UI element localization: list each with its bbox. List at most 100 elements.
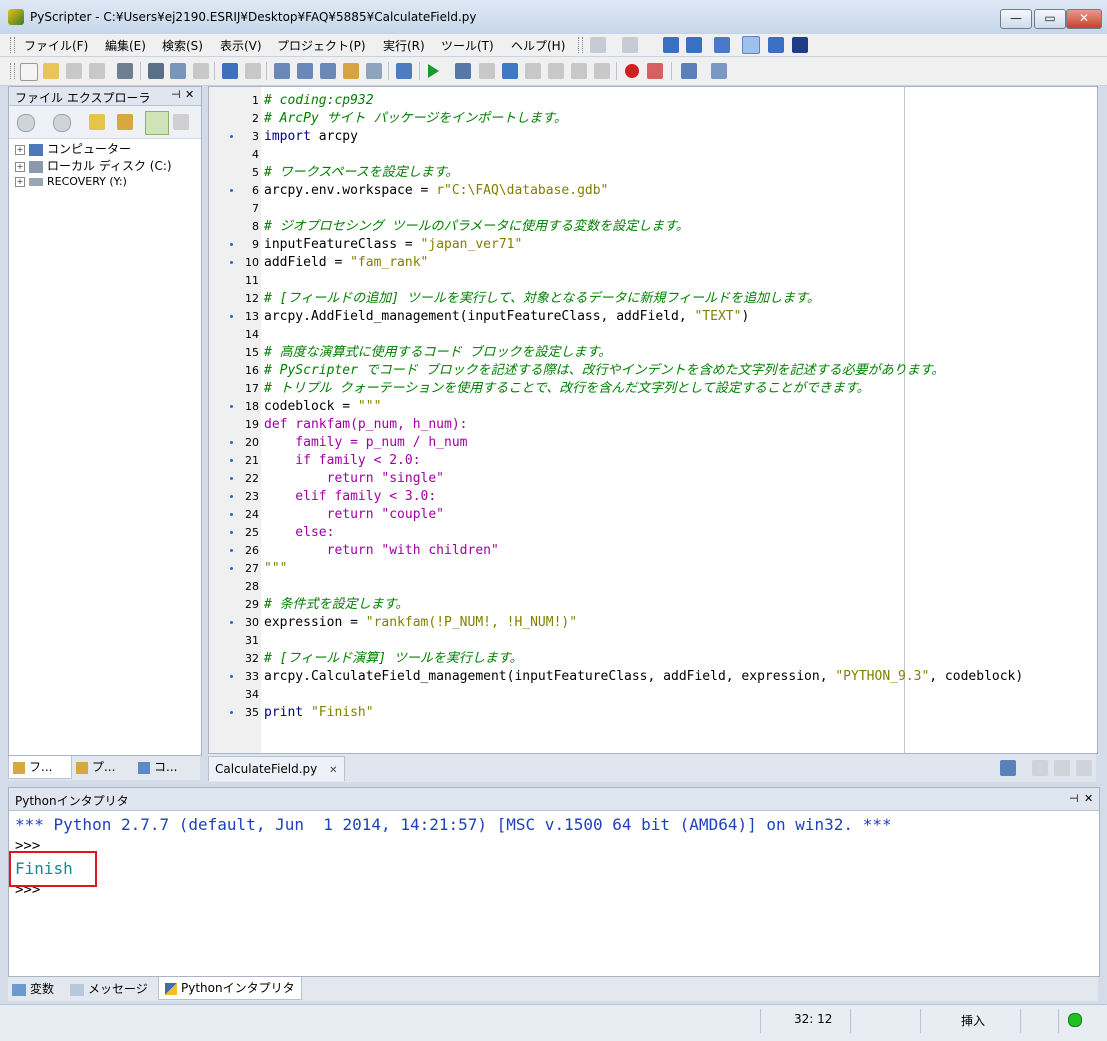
menu-search[interactable]: 検索(S) [162,37,203,54]
code-line[interactable]: 25 else: [209,524,1097,542]
executable-line-marker[interactable] [230,189,233,192]
file-list-icon[interactable] [1000,760,1016,776]
line-numbers-icon[interactable] [742,36,760,54]
stop-icon[interactable] [594,63,610,79]
back-icon[interactable] [17,114,35,132]
executable-line-marker[interactable] [230,549,233,552]
code-line[interactable]: 15 # 高度な演算式に使用するコード ブロックを設定します。 [209,344,1097,362]
find-in-files-icon[interactable] [343,63,359,79]
dedent-icon[interactable] [686,37,702,53]
code-line[interactable]: 24 return "couple" [209,506,1097,524]
print-icon[interactable] [117,63,133,79]
code-line[interactable]: 11 [209,272,1097,290]
tab-calculatefield[interactable]: CalculateField.py ✕ [208,756,345,781]
forward-icon[interactable] [53,114,71,132]
code-line[interactable]: 4 [209,146,1097,164]
goto-line-icon[interactable] [366,63,382,79]
menu-file[interactable]: ファイル(F) [24,37,88,54]
step-out-icon[interactable] [548,63,564,79]
close-tab-icon[interactable]: ✕ [329,765,337,776]
code-line[interactable]: 16 # PyScripter でコード ブロックを記述する際は、改行やインデント… [209,362,1097,380]
run-to-cursor-icon[interactable] [479,63,495,79]
clear-breakpoints-icon[interactable] [647,63,663,79]
executable-line-marker[interactable] [230,459,233,462]
maximize-button[interactable]: ▭ [1034,9,1066,29]
code-line[interactable]: 33 arcpy.CalculateField_management(inputF… [209,668,1097,686]
tab-python-interpreter[interactable]: Pythonインタプリタ [158,977,302,1000]
executable-line-marker[interactable] [230,261,233,264]
code-line[interactable]: 8 # ジオプロセシング ツールのパラメータに使用する変数を設定します。 [209,218,1097,236]
code-line[interactable]: 2 # ArcPy サイト パッケージをインポートします。 [209,110,1097,128]
menu-view[interactable]: 表示(V) [220,37,262,54]
comment-toggle-icon[interactable] [714,37,730,53]
new-file-icon[interactable] [20,63,38,81]
code-line[interactable]: 31 [209,632,1097,650]
new-folder-icon[interactable] [173,114,189,130]
close-button[interactable]: ✕ [1066,9,1102,29]
view-layout-icon[interactable] [711,63,727,79]
run-icon[interactable] [428,64,439,78]
executable-line-marker[interactable] [230,405,233,408]
up-folder-icon[interactable] [89,114,105,130]
forward-arrow-icon[interactable] [622,37,638,53]
code-line[interactable]: 3 import arcpy [209,128,1097,146]
syntax-check-icon[interactable] [396,63,412,79]
code-line[interactable]: 26 return "with children" [209,542,1097,560]
pause-icon[interactable] [571,63,587,79]
save-all-icon[interactable] [89,63,105,79]
tab-messages[interactable]: メッセージ [70,979,148,999]
menu-project[interactable]: プロジェクト(P) [277,37,366,54]
code-line[interactable]: 35 print "Finish" [209,704,1097,722]
indent-icon[interactable] [663,37,679,53]
executable-line-marker[interactable] [230,621,233,624]
back-arrow-icon[interactable] [590,37,606,53]
menu-edit[interactable]: 編集(E) [105,37,146,54]
code-line[interactable]: 20 family = p_num / h_num [209,434,1097,452]
menu-tools[interactable]: ツール(T) [441,37,494,54]
tab-variables[interactable]: 変数 [12,979,54,999]
replace-icon[interactable] [320,63,336,79]
split-vertical-icon[interactable] [1054,760,1070,776]
executable-line-marker[interactable] [230,711,233,714]
code-line[interactable]: 32 # [フィールド演算] ツールを実行します。 [209,650,1097,668]
copy-icon[interactable] [170,63,186,79]
redo-icon[interactable] [245,63,261,79]
code-line[interactable]: 14 [209,326,1097,344]
code-line[interactable]: 7 [209,200,1097,218]
code-line[interactable]: 6 arcpy.env.workspace = r"C:\FAQ\database… [209,182,1097,200]
code-line[interactable]: 17 # トリプル クォーテーションを使用することで、改行を含んだ文字列として設定… [209,380,1097,398]
menu-run[interactable]: 実行(R) [383,37,425,54]
undo-icon[interactable] [222,63,238,79]
tab-project[interactable]: プ... [72,756,134,778]
filter-icon[interactable] [145,111,169,135]
code-line[interactable]: 29 # 条件式を設定します。 [209,596,1097,614]
breakpoint-icon[interactable] [625,64,639,78]
code-line[interactable]: 10 addField = "fam_rank" [209,254,1097,272]
paste-icon[interactable] [193,63,209,79]
pin-icon[interactable]: ⊣ [1069,792,1079,805]
code-editor[interactable]: 1 # coding:cp932 2 # ArcPy サイト パッケージをインポートし… [208,86,1098,754]
tree-item-recovery[interactable]: + RECOVERY (Y:) [15,174,127,190]
code-line[interactable]: 34 [209,686,1097,704]
layout-icon[interactable] [681,63,697,79]
minimize-button[interactable]: — [1000,9,1032,29]
step-over-icon[interactable] [525,63,541,79]
code-line[interactable]: 1 # coding:cp932 [209,92,1097,110]
code-line[interactable]: 19 def rankfam(p_num, h_num): [209,416,1097,434]
executable-line-marker[interactable] [230,567,233,570]
menu-help[interactable]: ヘルプ(H) [511,37,565,54]
tab-code-explorer[interactable]: コ... [134,756,196,778]
executable-line-marker[interactable] [230,477,233,480]
executable-line-marker[interactable] [230,315,233,318]
executable-line-marker[interactable] [230,675,233,678]
code-line[interactable]: 28 [209,578,1097,596]
executable-line-marker[interactable] [230,531,233,534]
code-line[interactable]: 21 if family < 2.0: [209,452,1097,470]
open-file-icon[interactable] [43,63,59,79]
code-line[interactable]: 5 # ワークスペースを設定します。 [209,164,1097,182]
code-line[interactable]: 13 arcpy.AddField_management(inputFeature… [209,308,1097,326]
close-panel-icon[interactable]: ✕ [1084,792,1093,805]
executable-line-marker[interactable] [230,243,233,246]
executable-line-marker[interactable] [230,495,233,498]
find-icon[interactable] [274,63,290,79]
